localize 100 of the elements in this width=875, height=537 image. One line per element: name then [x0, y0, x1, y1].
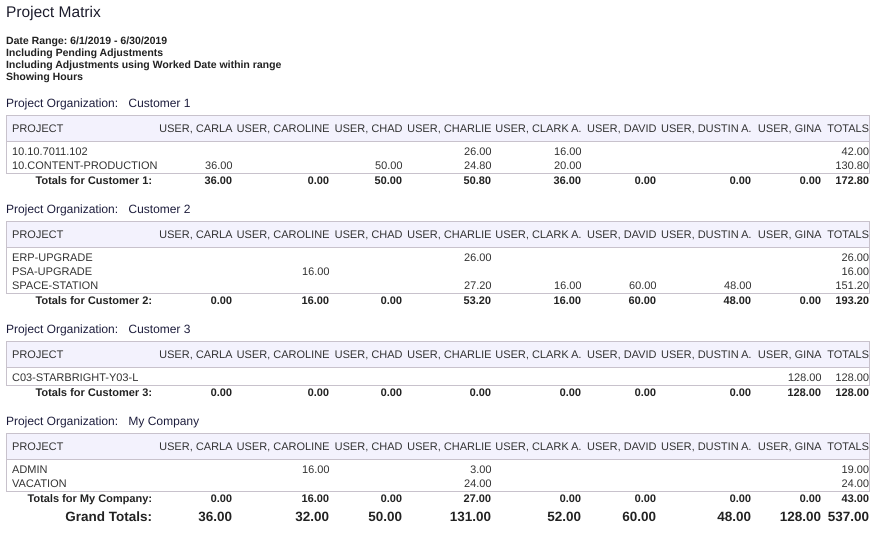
hours-value: 128.00: [788, 372, 822, 384]
total-value: 0.00: [634, 386, 656, 398]
column-header: USER, CLARK A.: [492, 342, 582, 368]
hours-value: 3.00: [470, 464, 492, 476]
grand-total-value: 50.00: [368, 508, 402, 524]
total-value: 0.00: [730, 174, 751, 186]
totals-label: Totals for My Company:: [28, 492, 152, 504]
column-header: TOTALS: [822, 434, 870, 460]
column-header: USER, CHARLIE: [402, 342, 492, 368]
total-value: 53.20: [463, 294, 491, 306]
hours-value: 27.20: [464, 280, 492, 292]
hours-value: 24.00: [841, 478, 869, 490]
hours-value: 26.00: [841, 252, 869, 264]
total-value: 50.00: [374, 174, 402, 186]
total-value: 0.00: [634, 174, 656, 186]
total-value: 43.00: [841, 492, 869, 504]
project-name: C03-STARBRIGHT-Y03-L: [12, 372, 138, 384]
hours-value: 16.00: [302, 464, 330, 476]
column-header: USER, CHAD: [330, 222, 402, 248]
hours-value: 19.00: [841, 464, 869, 476]
column-header: USER, CARLA: [152, 434, 232, 460]
grand-total-value: 36.00: [198, 508, 232, 524]
column-header: USER, GINA: [752, 434, 822, 460]
column-header: USER, CAROLINE: [232, 116, 330, 142]
total-value: 0.00: [560, 386, 581, 398]
total-value: 16.00: [301, 294, 329, 306]
total-value: 0.00: [380, 294, 402, 306]
org-name: Customer 3: [128, 322, 190, 336]
hours-value: 20.00: [554, 160, 582, 172]
column-header: USER, GINA: [752, 222, 822, 248]
org-name: Customer 1: [128, 96, 190, 110]
column-header: USER, CHARLIE: [402, 222, 492, 248]
column-header: USER, CAROLINE: [232, 222, 330, 248]
column-header: USER, DAVID: [582, 434, 656, 460]
org-label: Project Organization:: [6, 202, 118, 216]
column-header: USER, DAVID: [582, 116, 656, 142]
column-header: TOTALS: [822, 342, 870, 368]
report-title: Project Matrix: [6, 4, 102, 22]
column-header: TOTALS: [822, 116, 870, 142]
column-header: PROJECT: [6, 434, 152, 460]
column-header: USER, CHAD: [330, 342, 402, 368]
total-value: 172.80: [835, 174, 869, 186]
hours-value: 128.00: [835, 372, 869, 384]
hours-value: 26.00: [464, 146, 492, 158]
column-header: PROJECT: [6, 222, 152, 248]
hours-value: 60.00: [628, 280, 656, 292]
column-header: USER, GINA: [752, 342, 822, 368]
hours-value: 151.20: [835, 280, 869, 292]
column-header: USER, CARLA: [152, 116, 232, 142]
filter-line: Including Adjustments using Worked Date within range: [6, 59, 282, 71]
column-header: USER, CLARK A.: [492, 222, 582, 248]
column-header: PROJECT: [6, 342, 152, 368]
total-value: 0.00: [210, 492, 232, 504]
org-label: Project Organization:: [6, 414, 118, 428]
project-name: 10.10.7011.102: [12, 146, 88, 158]
totals-label: Totals for Customer 2:: [35, 294, 152, 306]
column-header: USER, CARLA: [152, 342, 232, 368]
filter-line: Including Pending Adjustments: [6, 47, 164, 59]
total-value: 0.00: [470, 386, 491, 398]
hours-value: 16.00: [554, 280, 582, 292]
total-value: 0.00: [730, 492, 751, 504]
total-value: 48.00: [723, 294, 751, 306]
hours-value: 50.00: [374, 160, 402, 172]
total-value: 36.00: [204, 174, 232, 186]
total-value: 0.00: [800, 294, 821, 306]
total-value: 0.00: [560, 492, 581, 504]
hours-value: 24.00: [464, 478, 492, 490]
hours-value: 26.00: [464, 252, 492, 264]
total-value: 0.00: [380, 386, 402, 398]
column-header: TOTALS: [822, 222, 870, 248]
column-header: USER, CHAD: [330, 434, 402, 460]
org-name: My Company: [128, 414, 200, 428]
hours-value: 130.80: [835, 160, 869, 172]
column-header: USER, GINA: [752, 116, 822, 142]
hours-value: 24.80: [464, 160, 492, 172]
total-value: 16.00: [301, 492, 329, 504]
org-label: Project Organization:: [6, 96, 118, 110]
column-header: USER, DUSTIN A.: [656, 434, 752, 460]
project-name: SPACE-STATION: [12, 280, 98, 292]
hours-value: 16.00: [841, 266, 869, 278]
grand-total-value: 52.00: [547, 508, 581, 524]
project-name: ERP-UPGRADE: [12, 252, 93, 264]
column-header: USER, CARLA: [152, 222, 232, 248]
total-value: 16.00: [553, 294, 581, 306]
grand-total-value: 32.00: [295, 508, 329, 524]
column-header: USER, CHARLIE: [402, 116, 492, 142]
column-header: USER, DUSTIN A.: [656, 116, 752, 142]
project-name: 10.CONTENT-PRODUCTION: [12, 160, 158, 172]
hours-value: 16.00: [554, 146, 582, 158]
hours-value: 42.00: [841, 146, 869, 158]
column-header: USER, CAROLINE: [232, 342, 330, 368]
project-name: VACATION: [12, 478, 67, 490]
filter-line: Date Range: 6/1/2019 - 6/30/2019: [6, 35, 168, 47]
project-name: ADMIN: [12, 464, 48, 476]
total-value: 0.00: [308, 386, 329, 398]
column-header: PROJECT: [6, 116, 152, 142]
total-value: 36.00: [553, 174, 581, 186]
total-value: 0.00: [730, 386, 751, 398]
column-header: USER, DAVID: [582, 342, 656, 368]
total-value: 0.00: [210, 294, 232, 306]
